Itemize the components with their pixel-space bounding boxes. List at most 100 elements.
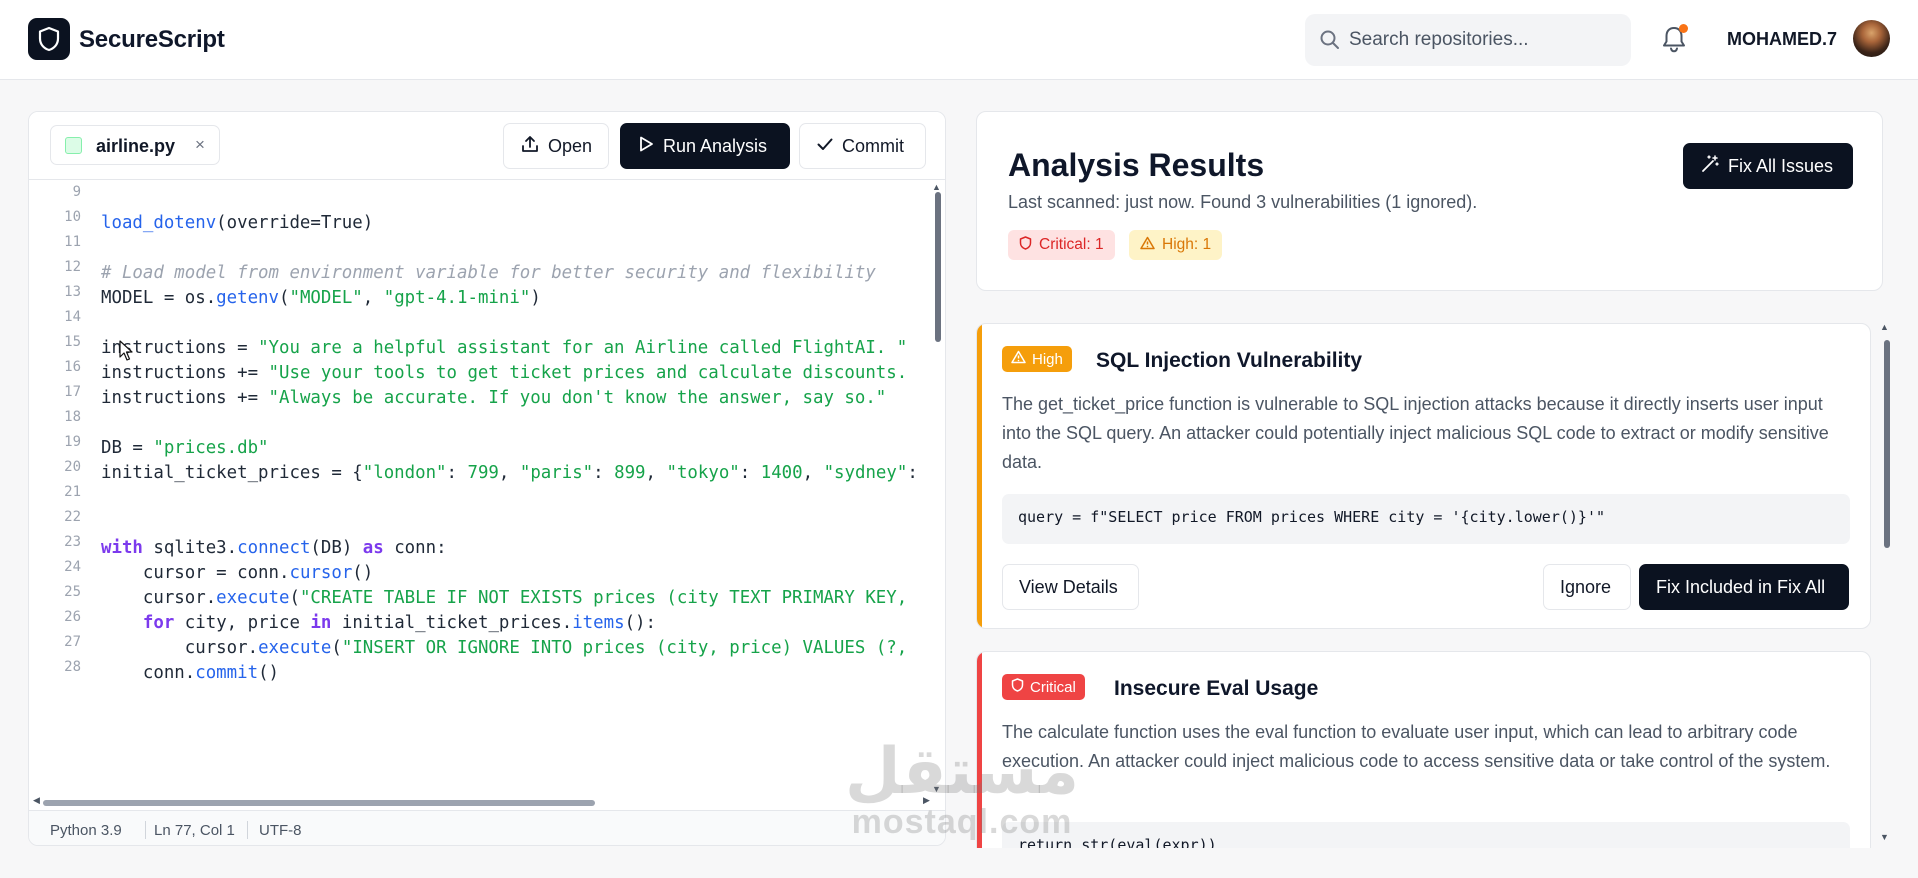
- code-area[interactable]: 9 10 load_dotenv(override=True) 11 12 # Load …: [29, 180, 945, 800]
- code-token: "london": [362, 463, 447, 483]
- issue-description: The get_ticket_price function is vulnera…: [1002, 394, 1829, 472]
- line-number: 17: [64, 384, 81, 400]
- severity-label: Critical: [1030, 678, 1076, 696]
- code-text: load_dotenv(override=True): [101, 213, 373, 233]
- code-token: "Always be accurate. If you don't know t…: [268, 388, 887, 408]
- line-number: 18: [64, 409, 81, 425]
- code-token: MODEL = os.: [101, 288, 217, 308]
- code-token: items: [572, 613, 625, 633]
- code-token: as: [362, 538, 384, 558]
- status-position[interactable]: Ln 77, Col 1: [154, 822, 235, 839]
- code-text: instructions += "Use your tools to get t…: [101, 363, 907, 383]
- horizontal-scrollbar[interactable]: [43, 800, 595, 806]
- code-text: # Load model from environment variable f…: [101, 263, 876, 283]
- issue-card-insecure-eval: Critical Insecure Eval Usage The calcula…: [976, 651, 1871, 848]
- line-number: 10: [64, 209, 81, 225]
- run-analysis-button[interactable]: Run Analysis: [620, 123, 790, 169]
- results-title: Analysis Results: [1008, 147, 1265, 183]
- check-icon: [816, 135, 834, 158]
- high-count-badge: High: 1: [1129, 230, 1223, 260]
- code-token: 799: [467, 463, 499, 483]
- status-divider: [145, 821, 146, 839]
- ignore-button[interactable]: Ignore: [1543, 564, 1631, 610]
- code-snippet: query = f"SELECT price FROM prices WHERE…: [1002, 494, 1850, 544]
- code-token: sqlite3.: [142, 538, 238, 558]
- file-tab[interactable]: airline.py ×: [50, 125, 220, 165]
- code-token: initial_ticket_prices.: [331, 613, 573, 633]
- line-number: 26: [64, 609, 81, 625]
- code-editor-panel: airline.py × Open Run Analysis Commit 9 1…: [28, 111, 946, 846]
- severity-label: High: [1032, 350, 1063, 368]
- results-scrollbar[interactable]: [1884, 340, 1890, 548]
- code-token: connect: [237, 538, 311, 558]
- commit-button[interactable]: Commit: [799, 123, 926, 169]
- shield-icon: [1019, 235, 1032, 255]
- code-token: (override=True): [216, 213, 374, 233]
- line-number: 19: [64, 434, 81, 450]
- upload-icon: [520, 134, 540, 159]
- status-divider: [247, 821, 248, 839]
- line-number: 23: [64, 534, 81, 550]
- code-token: :: [739, 463, 761, 483]
- code-token: :: [593, 463, 615, 483]
- code-token: ,: [362, 288, 384, 308]
- brand-name: SecureScript: [79, 26, 225, 53]
- vertical-scrollbar[interactable]: [935, 192, 941, 342]
- view-details-button[interactable]: View Details: [1002, 564, 1139, 610]
- status-encoding[interactable]: UTF-8: [259, 822, 302, 839]
- issue-card-sql-injection: High SQL Injection Vulnerability The get…: [976, 323, 1871, 629]
- code-token: execute: [258, 638, 332, 658]
- code-token: (DB): [310, 538, 363, 558]
- code-token: cursor = conn.: [101, 563, 290, 583]
- code-token: "tokyo": [666, 463, 740, 483]
- scroll-up-arrow-icon[interactable]: ▲: [1880, 322, 1889, 332]
- code-token: "INSERT OR IGNORE INTO prices (city, pri…: [341, 638, 908, 658]
- line-number: 13: [64, 284, 81, 300]
- code-token: 1400: [760, 463, 803, 483]
- notification-dot: [1679, 24, 1688, 33]
- line-number: 12: [64, 259, 81, 275]
- fix-included-button[interactable]: Fix Included in Fix All: [1639, 564, 1849, 610]
- mouse-cursor-icon: [119, 340, 135, 367]
- status-bar: Python 3.9 Ln 77, Col 1 UTF-8: [29, 810, 945, 845]
- scroll-down-arrow-icon[interactable]: ▼: [1880, 832, 1889, 842]
- scroll-up-arrow-icon[interactable]: ▲: [932, 182, 941, 192]
- search-box[interactable]: [1305, 14, 1631, 66]
- code-token: "CREATE TABLE IF NOT EXISTS prices (city…: [299, 588, 908, 608]
- code-token: commit: [195, 663, 259, 683]
- fix-all-issues-button[interactable]: Fix All Issues: [1683, 143, 1853, 189]
- issue-title: SQL Injection Vulnerability: [1096, 349, 1363, 372]
- python-file-icon: [65, 137, 82, 154]
- search-input[interactable]: [1349, 14, 1619, 66]
- code-text: cursor = conn.cursor(): [101, 563, 373, 583]
- code-token: (: [279, 288, 290, 308]
- code-line[interactable]: 28 conn.commit(): [29, 659, 929, 691]
- code-token: ():: [624, 613, 656, 633]
- code-text: DB = "prices.db": [101, 438, 269, 458]
- username[interactable]: MOHAMED.7: [1727, 29, 1837, 50]
- code-text: with sqlite3.connect(DB) as conn:: [101, 538, 447, 558]
- notification-bell-icon[interactable]: [1660, 24, 1690, 56]
- code-text: MODEL = os.getenv("MODEL", "gpt-4.1-mini…: [101, 288, 541, 308]
- code-token: (: [289, 588, 300, 608]
- line-number: 20: [64, 459, 81, 475]
- scroll-left-arrow-icon[interactable]: ◀: [33, 795, 40, 806]
- close-tab-icon[interactable]: ×: [195, 135, 205, 155]
- code-token: :: [907, 463, 918, 483]
- avatar[interactable]: [1853, 20, 1890, 57]
- code-text: conn.commit(): [101, 663, 279, 683]
- code-token: ,: [645, 463, 667, 483]
- open-button[interactable]: Open: [503, 123, 609, 169]
- code-token: initial_ticket_prices = {: [101, 463, 363, 483]
- warning-icon: [1011, 350, 1026, 368]
- code-token: (): [352, 563, 374, 583]
- line-number: 25: [64, 584, 81, 600]
- high-count-label: High: 1: [1162, 236, 1212, 253]
- status-language[interactable]: Python 3.9: [50, 822, 122, 839]
- analysis-results-card: Analysis Results Last scanned: just now.…: [976, 111, 1883, 291]
- shield-logo-icon[interactable]: [28, 18, 70, 60]
- critical-count-label: Critical: 1: [1039, 236, 1104, 253]
- code-snippet: return str(eval(expr)): [1002, 822, 1850, 848]
- code-token: for: [142, 613, 175, 633]
